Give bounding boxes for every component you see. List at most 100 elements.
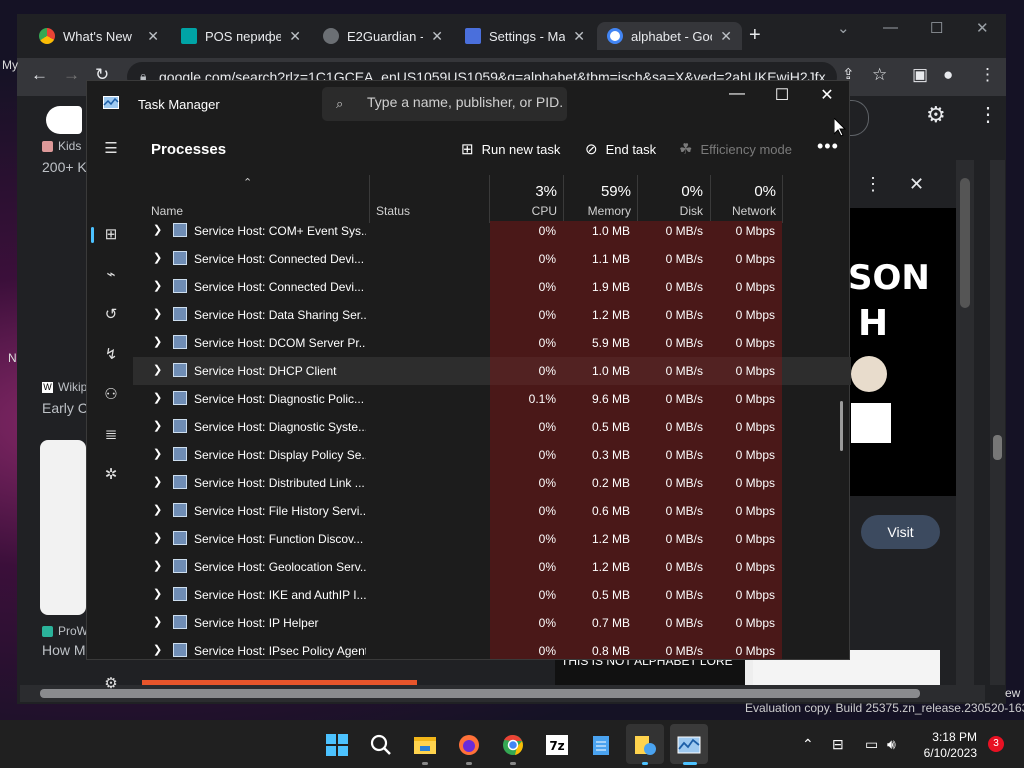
memory-total[interactable]: 59% xyxy=(577,183,631,200)
result-source[interactable]: Wikip xyxy=(58,380,87,394)
scroll-thumb[interactable] xyxy=(960,178,970,308)
tab-pos[interactable]: POS перифер ✕ xyxy=(171,22,311,50)
minimize-button[interactable]: — xyxy=(883,19,898,36)
process-list-scroll-thumb[interactable] xyxy=(840,401,843,451)
column-cpu[interactable]: CPU xyxy=(507,204,557,218)
processes-icon[interactable]: ⊞ xyxy=(102,226,120,244)
expand-chevron-icon[interactable]: ❯ xyxy=(153,615,162,628)
process-search-input[interactable] xyxy=(367,94,562,110)
bookmark-star-icon[interactable]: ☆ xyxy=(872,65,887,85)
process-row[interactable]: ❯ Service Host: Function Discov... 0% 1.2 M… xyxy=(133,525,851,553)
close-tab-icon[interactable]: ✕ xyxy=(431,28,443,45)
network-off-icon[interactable]: ⊟ xyxy=(832,736,844,753)
tab-settings[interactable]: Settings - Man ✕ xyxy=(455,22,595,50)
network-total[interactable]: 0% xyxy=(717,183,776,200)
process-row[interactable]: ❯ Service Host: IPsec Policy Agent 0% 0.8 M… xyxy=(133,637,851,659)
result-title[interactable]: Early C xyxy=(42,400,88,416)
monitor-icon[interactable]: ▭ xyxy=(865,736,878,753)
settings-gear-icon[interactable]: ⚙ xyxy=(926,102,946,128)
clock-date[interactable]: 6/10/2023 xyxy=(912,746,977,760)
process-row[interactable]: ❯ Service Host: Geolocation Serv... 0% 1.2 … xyxy=(133,553,851,581)
close-tab-icon[interactable]: ✕ xyxy=(720,28,732,45)
efficiency-mode-button[interactable]: ☘ Efficiency mode xyxy=(679,140,792,158)
notification-badge[interactable]: 3 xyxy=(988,736,1004,752)
app-history-icon[interactable]: ↺ xyxy=(102,306,120,324)
profile-icon[interactable]: ● xyxy=(943,65,953,85)
start-icon[interactable] xyxy=(325,734,349,756)
expand-chevron-icon[interactable]: ❯ xyxy=(153,475,162,488)
users-icon[interactable]: ⚇ xyxy=(102,386,120,404)
tab-search-chevron-icon[interactable]: ⌄ xyxy=(837,19,850,37)
new-tab-button[interactable]: + xyxy=(749,24,761,47)
expand-chevron-icon[interactable]: ❯ xyxy=(153,419,162,432)
maximize-button[interactable]: ☐ xyxy=(930,19,943,37)
expand-chevron-icon[interactable]: ❯ xyxy=(153,643,162,656)
7zip-icon[interactable]: 7z xyxy=(545,734,569,756)
result-source[interactable]: ProW xyxy=(58,624,88,638)
process-row[interactable]: ❯ Service Host: Distributed Link ... 0% 0.2… xyxy=(133,469,851,497)
process-row[interactable]: ❯ Service Host: IKE and AuthIP I... 0% 0.5 … xyxy=(133,581,851,609)
hamburger-menu-icon[interactable]: ☰ xyxy=(102,140,120,158)
expand-chevron-icon[interactable]: ❯ xyxy=(153,223,162,236)
process-row[interactable]: ❯ Service Host: Connected Devi... 0% 1.9 MB… xyxy=(133,273,851,301)
expand-chevron-icon[interactable]: ❯ xyxy=(153,363,162,376)
process-row[interactable]: ❯ Service Host: DCOM Server Pr... 0% 5.9 MB… xyxy=(133,329,851,357)
expand-chevron-icon[interactable]: ❯ xyxy=(153,503,162,516)
settings-icon[interactable]: ⚙ xyxy=(102,675,120,693)
result-source[interactable]: Kids xyxy=(58,139,81,153)
column-network[interactable]: Network xyxy=(717,204,776,218)
tab-whats-new[interactable]: What's New ✕ xyxy=(29,22,169,50)
run-new-task-button[interactable]: ⊞ Run new task xyxy=(461,140,560,158)
volume-icon[interactable]: 🔊︎ xyxy=(887,736,896,753)
show-hidden-icons-icon[interactable]: ⌃ xyxy=(802,736,814,753)
mail-icon[interactable] xyxy=(633,734,657,756)
expand-chevron-icon[interactable]: ❯ xyxy=(153,391,162,404)
chrome-icon[interactable] xyxy=(501,734,525,756)
performance-icon[interactable]: ⌁ xyxy=(102,266,120,284)
column-status[interactable]: Status xyxy=(376,204,410,218)
column-name[interactable]: Name xyxy=(151,204,183,218)
menu-dots-icon[interactable]: ⋮ xyxy=(979,65,996,85)
process-row[interactable]: ❯ Service Host: Diagnostic Polic... 0.1% 9.… xyxy=(133,385,851,413)
more-options-icon[interactable]: ••• xyxy=(817,136,839,157)
expand-chevron-icon[interactable]: ❯ xyxy=(153,279,162,292)
close-button[interactable]: ✕ xyxy=(976,19,989,37)
expand-chevron-icon[interactable]: ❯ xyxy=(153,559,162,572)
process-row[interactable]: ❯ Service Host: Display Policy Se... 0% 0.3… xyxy=(133,441,851,469)
process-row[interactable]: ❯ Service Host: COM+ Event Sys... 0% 1.0 MB… xyxy=(133,221,851,245)
forward-icon[interactable]: → xyxy=(63,65,80,85)
process-row[interactable]: ❯ Service Host: Connected Devi... 0% 1.1 MB… xyxy=(133,245,851,273)
tm-close-button[interactable]: ✕ xyxy=(812,85,842,105)
process-row[interactable]: ❯ Service Host: Data Sharing Ser... 0% 1.2 … xyxy=(133,301,851,329)
result-thumbnail[interactable] xyxy=(40,440,86,615)
notepad-icon[interactable] xyxy=(589,734,613,756)
preview-image[interactable]: SON H xyxy=(833,208,958,496)
scroll-thumb[interactable] xyxy=(993,435,1002,460)
tm-minimize-button[interactable]: — xyxy=(722,85,752,103)
process-row[interactable]: ❯ Service Host: File History Servi... 0% 0.… xyxy=(133,497,851,525)
apps-grid-icon[interactable]: ⋮ xyxy=(978,102,998,127)
expand-chevron-icon[interactable]: ❯ xyxy=(153,447,162,460)
process-row[interactable]: ❯ Service Host: Diagnostic Syste... 0% 0.5 … xyxy=(133,413,851,441)
horizontal-scroll-thumb[interactable] xyxy=(40,689,920,698)
firefox-icon[interactable] xyxy=(457,734,481,756)
result-title[interactable]: How M xyxy=(42,642,86,658)
close-tab-icon[interactable]: ✕ xyxy=(573,28,585,45)
expand-chevron-icon[interactable]: ❯ xyxy=(153,251,162,264)
close-preview-icon[interactable]: ✕ xyxy=(909,174,924,195)
end-task-button[interactable]: ⊘ End task xyxy=(585,140,656,158)
clock-time[interactable]: 3:18 PM xyxy=(921,730,977,744)
task-manager-icon[interactable] xyxy=(677,734,701,756)
search-icon[interactable] xyxy=(369,734,393,756)
back-icon[interactable]: ← xyxy=(31,65,48,85)
startup-apps-icon[interactable]: ↯ xyxy=(102,346,120,364)
column-disk[interactable]: Disk xyxy=(652,204,703,218)
cpu-total[interactable]: 3% xyxy=(507,183,557,200)
close-tab-icon[interactable]: ✕ xyxy=(147,28,159,45)
google-logo[interactable] xyxy=(46,106,82,134)
disk-total[interactable]: 0% xyxy=(652,183,703,200)
file-explorer-icon[interactable] xyxy=(413,734,437,756)
expand-chevron-icon[interactable]: ❯ xyxy=(153,531,162,544)
expand-chevron-icon[interactable]: ❯ xyxy=(153,307,162,320)
expand-chevron-icon[interactable]: ❯ xyxy=(153,587,162,600)
